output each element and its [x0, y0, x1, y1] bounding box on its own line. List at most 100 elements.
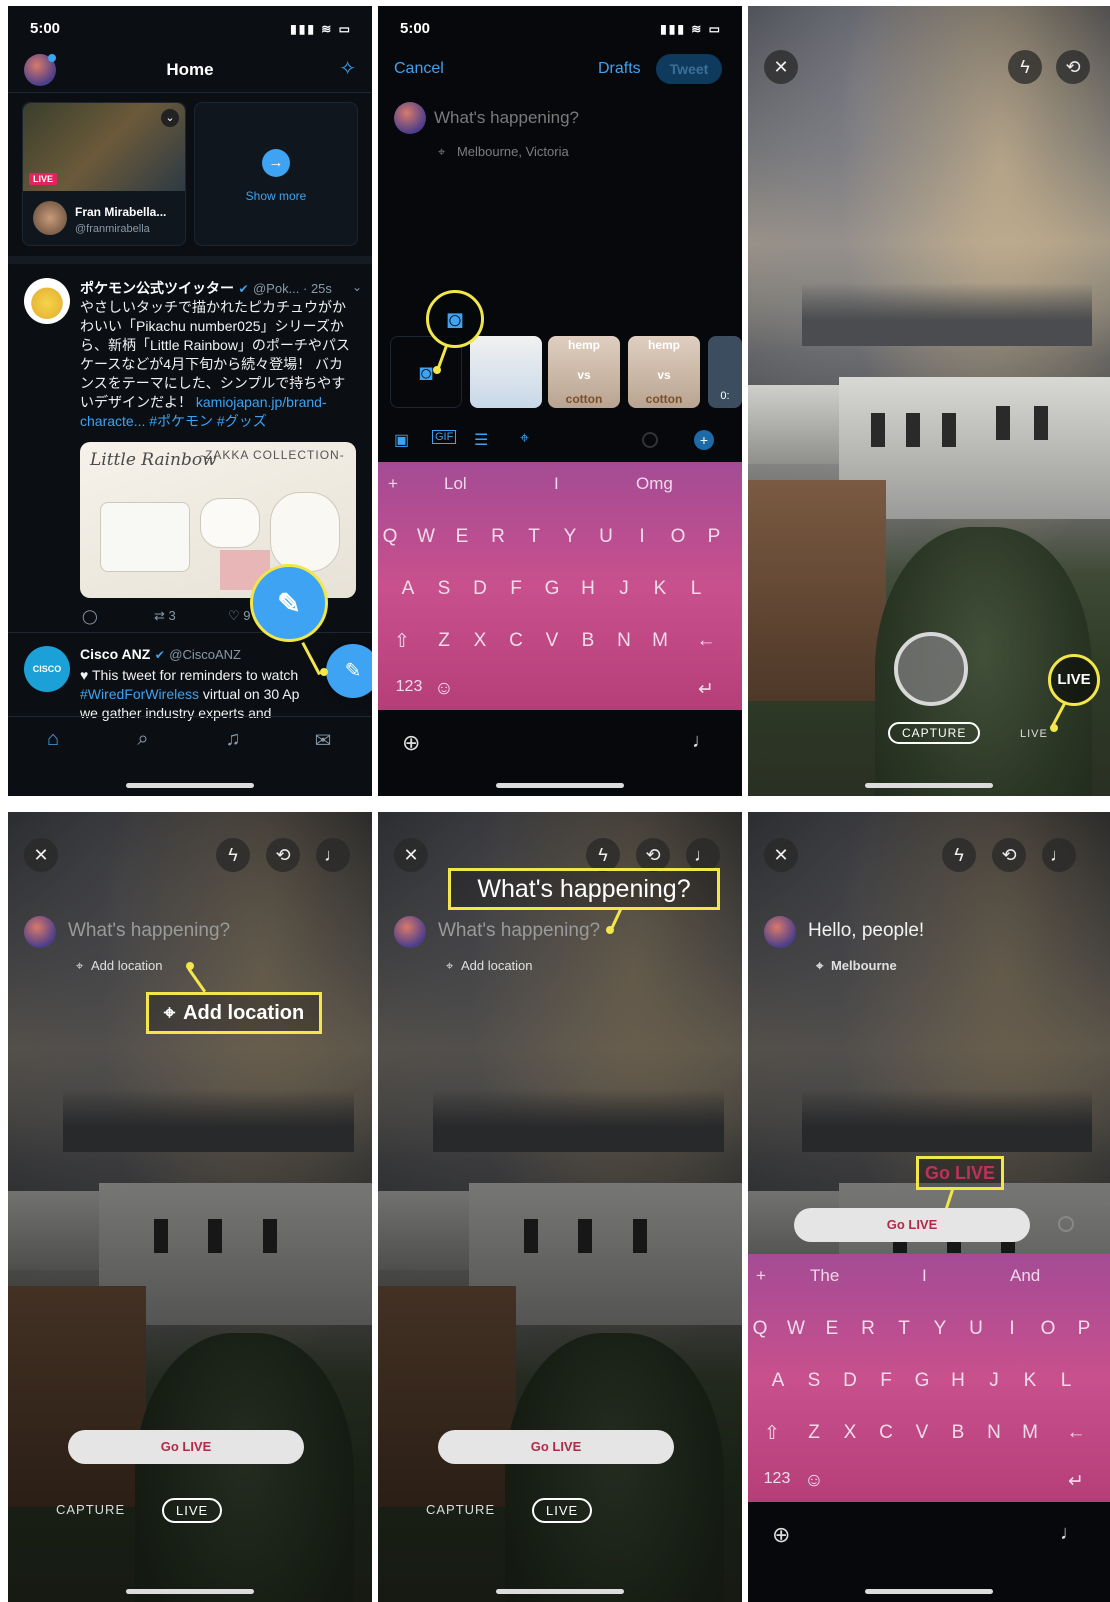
numbers-key[interactable]: 123 — [762, 1470, 792, 1488]
go-live-button[interactable]: Go LIVE — [68, 1430, 304, 1464]
compose-tweet-button[interactable]: ✎ — [326, 644, 372, 698]
suggestion[interactable]: I — [922, 1266, 927, 1286]
close-button[interactable]: ✕ — [24, 838, 58, 872]
add-location-button[interactable]: ⌖ Add location — [446, 958, 533, 974]
backspace-icon[interactable]: ← — [696, 630, 716, 652]
key[interactable]: C — [876, 1422, 896, 1444]
shift-icon[interactable]: ⇧ — [762, 1422, 782, 1445]
key[interactable]: L — [686, 578, 706, 600]
shift-icon[interactable]: ⇧ — [392, 630, 412, 653]
microphone-icon[interactable]: ♩ — [692, 730, 712, 753]
add-thread-button[interactable]: + — [694, 430, 714, 450]
live-broadcast-card[interactable]: ⌄ LIVE Fran Mirabella... @franmirabella — [22, 102, 186, 246]
key[interactable]: J — [614, 578, 634, 600]
add-location-button[interactable]: ⌖ Add location — [76, 958, 163, 974]
location-tag[interactable]: ⌖ Melbourne — [816, 958, 897, 974]
key[interactable]: Z — [804, 1422, 824, 1444]
location-tag[interactable]: ⌖ Melbourne, Victoria — [438, 144, 569, 160]
key[interactable]: L — [1056, 1370, 1076, 1392]
key[interactable]: D — [840, 1370, 860, 1392]
key[interactable]: B — [578, 630, 598, 652]
key[interactable]: S — [434, 578, 454, 600]
key[interactable]: G — [912, 1370, 932, 1392]
backspace-icon[interactable]: ← — [1066, 1422, 1086, 1444]
emoji-icon[interactable]: ☺ — [804, 1470, 824, 1492]
key[interactable]: X — [840, 1422, 860, 1444]
key[interactable]: Q — [380, 526, 400, 548]
return-icon[interactable]: ↵ — [696, 678, 716, 701]
key[interactable]: O — [668, 526, 688, 548]
flip-camera-icon[interactable]: ⟲ — [992, 838, 1026, 872]
close-button[interactable]: ✕ — [394, 838, 428, 872]
reply-icon[interactable]: ◯ — [82, 608, 98, 625]
chevron-down-icon[interactable]: ⌄ — [161, 109, 179, 127]
key[interactable]: K — [1020, 1370, 1040, 1392]
key[interactable]: Q — [750, 1318, 770, 1340]
key[interactable]: I — [632, 526, 652, 548]
compose-input[interactable]: What's happening? — [68, 920, 230, 942]
tweet-button[interactable]: Tweet — [656, 54, 722, 84]
key[interactable]: O — [1038, 1318, 1058, 1340]
key[interactable]: Y — [560, 526, 580, 548]
numbers-key[interactable]: 123 — [394, 678, 424, 696]
drafts-button[interactable]: Drafts — [598, 60, 641, 78]
key[interactable]: W — [416, 526, 436, 548]
suggestion[interactable]: Omg — [636, 474, 673, 494]
key[interactable]: E — [452, 526, 472, 548]
live-mode-tab[interactable]: LIVE — [162, 1498, 223, 1523]
key[interactable]: K — [650, 578, 670, 600]
key[interactable]: M — [650, 630, 670, 652]
key[interactable]: V — [542, 630, 562, 652]
gif-icon[interactable]: GIF — [432, 430, 457, 444]
key[interactable]: G — [542, 578, 562, 600]
compose-input[interactable]: What's happening? — [434, 108, 579, 128]
flip-camera-icon[interactable]: ⟲ — [1056, 50, 1090, 84]
globe-icon[interactable]: ⊕ — [402, 730, 420, 756]
photo-thumbnail[interactable] — [470, 336, 542, 408]
live-mode-tab[interactable]: LIVE — [1020, 728, 1048, 740]
microphone-icon[interactable]: ♩ — [1042, 838, 1076, 872]
key[interactable]: J — [984, 1370, 1004, 1392]
chevron-down-icon[interactable]: ⌄ — [352, 280, 362, 294]
home-icon[interactable]: ⌂ — [42, 728, 64, 750]
key[interactable]: R — [488, 526, 508, 548]
key[interactable]: T — [894, 1318, 914, 1340]
like-button[interactable]: ♡ 9 — [228, 608, 251, 624]
mail-icon[interactable]: ✉ — [312, 728, 334, 752]
key[interactable]: C — [506, 630, 526, 652]
poll-icon[interactable]: ☰ — [474, 430, 488, 450]
video-thumbnail[interactable]: 0: — [708, 336, 742, 408]
show-more-link[interactable]: Show more — [195, 189, 357, 203]
key[interactable]: H — [948, 1370, 968, 1392]
close-button[interactable]: ✕ — [764, 838, 798, 872]
key[interactable]: N — [614, 630, 634, 652]
key[interactable]: H — [578, 578, 598, 600]
emoji-icon[interactable]: ☺ — [434, 678, 454, 700]
key[interactable]: D — [470, 578, 490, 600]
go-live-button[interactable]: Go LIVE — [438, 1430, 674, 1464]
suggestion[interactable]: I — [554, 474, 559, 494]
microphone-icon[interactable]: ♩ — [1060, 1522, 1080, 1545]
key[interactable]: V — [912, 1422, 932, 1444]
globe-icon[interactable]: ⊕ — [772, 1522, 790, 1548]
return-icon[interactable]: ↵ — [1066, 1470, 1086, 1493]
photo-thumbnail[interactable]: hemp vs cotton — [628, 336, 700, 408]
key-plus[interactable]: + — [388, 474, 398, 494]
key[interactable]: W — [786, 1318, 806, 1340]
compose-input[interactable]: What's happening? — [438, 920, 600, 942]
key[interactable]: Z — [434, 630, 454, 652]
key[interactable]: X — [470, 630, 490, 652]
flash-off-icon[interactable]: ϟ — [586, 838, 620, 872]
flash-off-icon[interactable]: ϟ — [942, 838, 976, 872]
flash-off-icon[interactable]: ϟ — [1008, 50, 1042, 84]
key[interactable]: S — [804, 1370, 824, 1392]
photo-thumbnail[interactable]: hemp vs cotton — [548, 336, 620, 408]
microphone-icon[interactable]: ♩ — [686, 838, 720, 872]
cancel-button[interactable]: Cancel — [394, 60, 444, 78]
capture-mode-tab[interactable]: CAPTURE — [888, 722, 981, 744]
key[interactable]: U — [596, 526, 616, 548]
compose-input[interactable]: Hello, people! — [808, 920, 924, 942]
location-pin-icon[interactable]: ⌖ — [520, 430, 529, 448]
suggestion[interactable]: And — [1010, 1266, 1040, 1286]
suggestion[interactable]: Lol — [444, 474, 467, 494]
